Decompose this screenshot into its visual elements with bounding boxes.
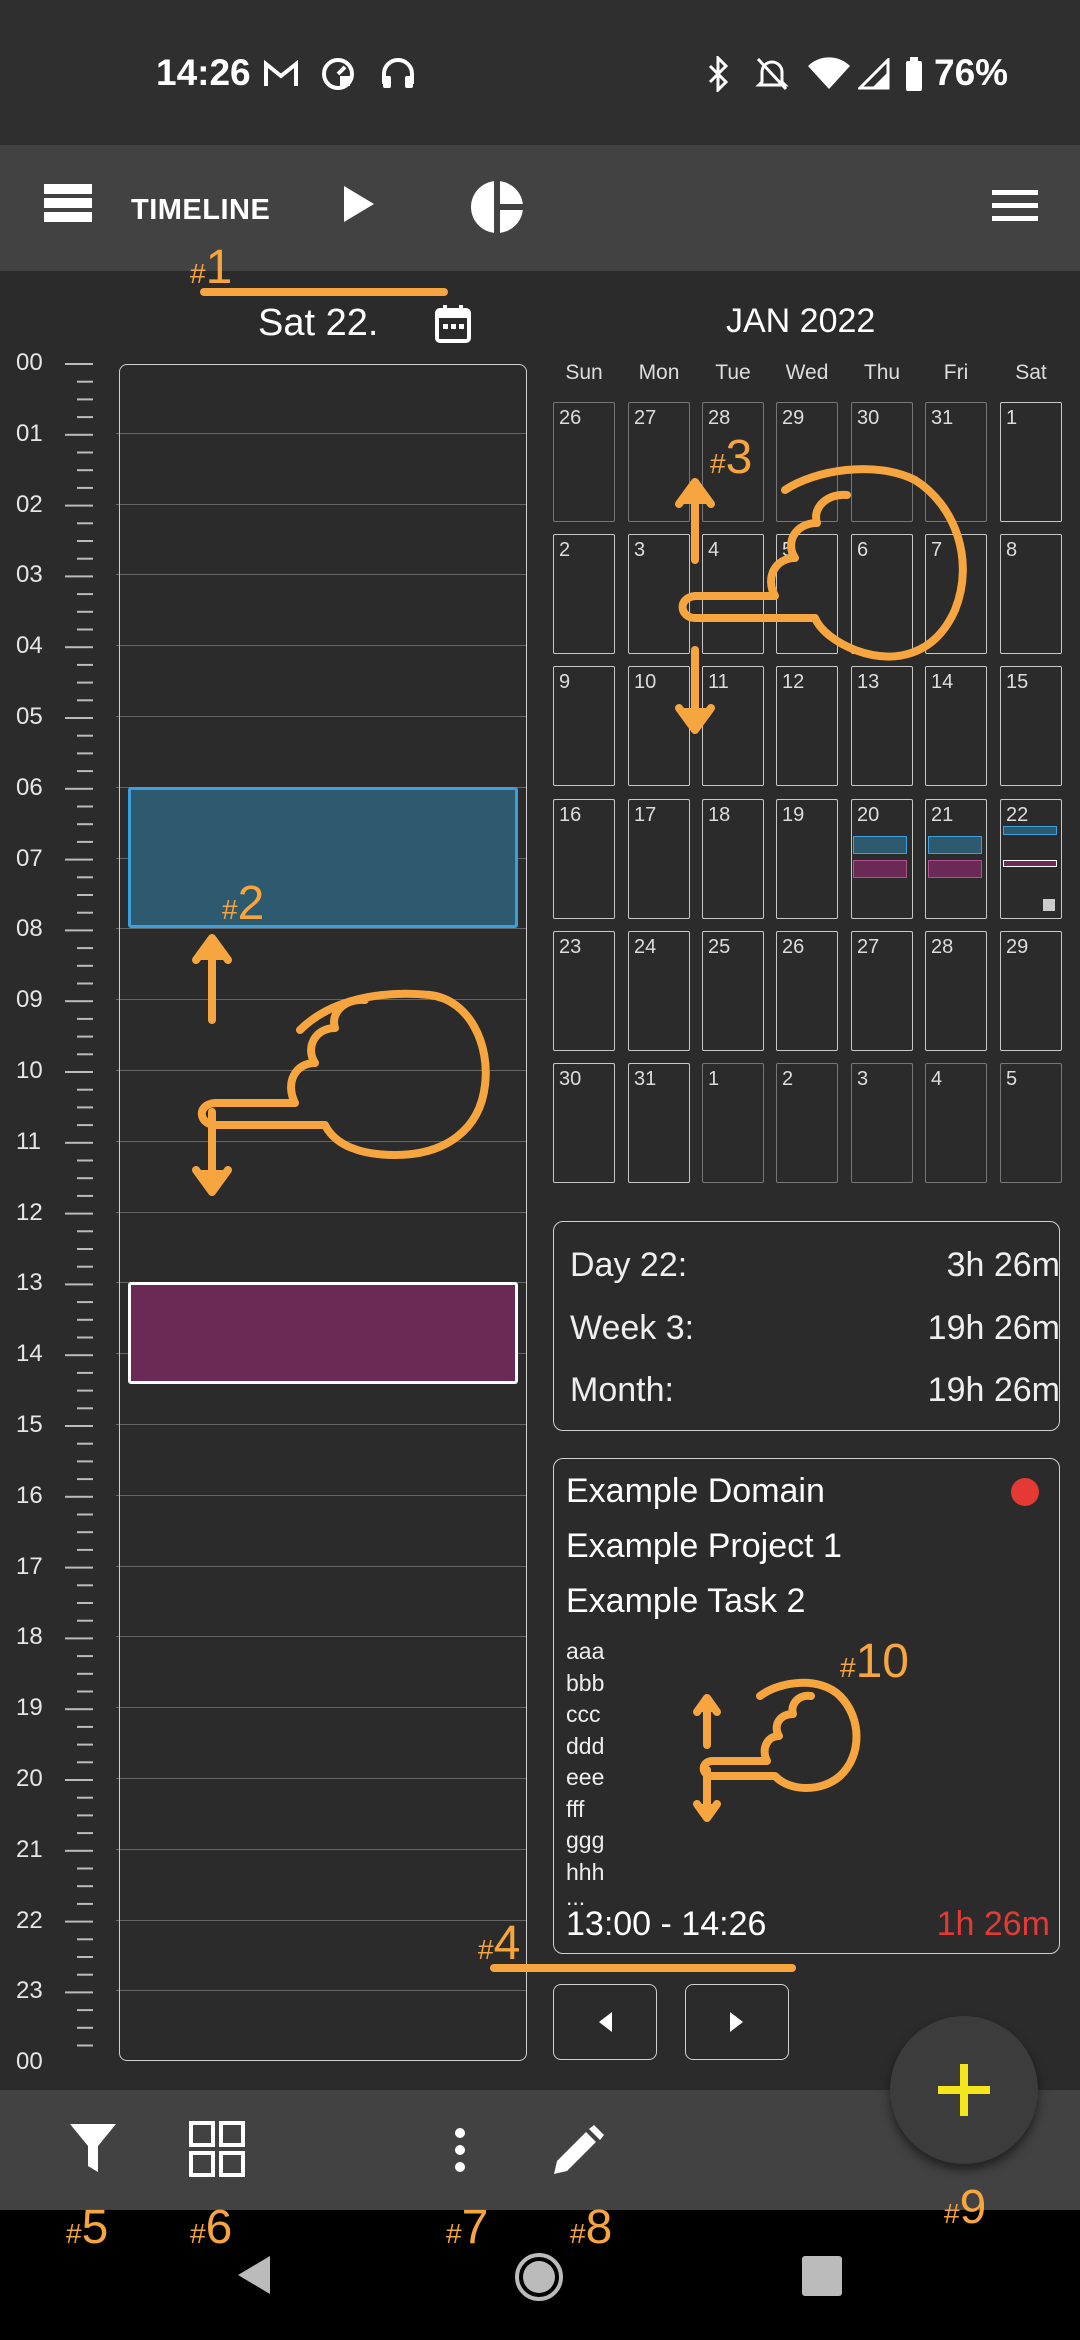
annotation-3: #3: [710, 431, 753, 484]
annotation-1: #1: [190, 241, 233, 294]
annotation-9: #9: [944, 2181, 987, 2234]
annotation-6: #6: [190, 2201, 233, 2254]
annotation-8: #8: [570, 2201, 613, 2254]
app-root: 14:26 76% TIMELINE Sat 22. 00 01 02 03 0…: [0, 0, 1080, 2340]
annotation-10: #10: [840, 1635, 909, 1688]
annotation-4: #4: [478, 1917, 521, 1970]
annotation-7: #7: [446, 2201, 489, 2254]
annotation-5: #5: [66, 2201, 109, 2254]
gesture-hint-overlay: [192, 288, 967, 1972]
annotation-2: #2: [222, 877, 265, 930]
